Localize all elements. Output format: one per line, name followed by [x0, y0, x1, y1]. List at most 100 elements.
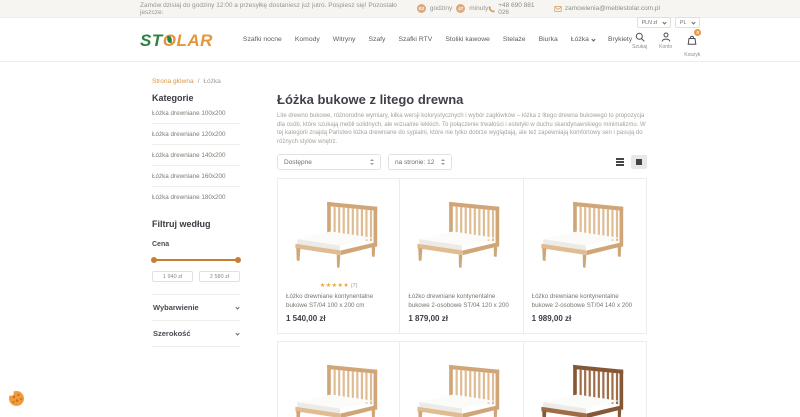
slider-handle-max[interactable]	[235, 257, 241, 263]
nav-item-szafki-rtv[interactable]: Szafki RTV	[398, 36, 432, 43]
price-range-slider[interactable]	[152, 257, 240, 263]
nav-item-biurka[interactable]: Biurka	[539, 36, 558, 43]
sort-select[interactable]: Dostępne	[277, 154, 381, 170]
currency-selector[interactable]: PLN zł	[637, 17, 671, 28]
bed-product-image	[411, 351, 511, 417]
nav-item-brykiety[interactable]: Brykiety	[608, 36, 632, 43]
price-label: Cena	[152, 241, 240, 248]
page-title: Łóżka bukowe z litego drewna	[277, 93, 647, 107]
product-card[interactable]	[399, 341, 523, 417]
account-button[interactable]: Konto	[659, 32, 672, 58]
star-icons: ★★★★★	[320, 283, 349, 289]
nav-item-stela-e[interactable]: Stelaże	[503, 36, 526, 43]
topbar-email[interactable]: zamowienia@meblestolar.com.pl	[554, 5, 660, 13]
sidebar: Kategorie Łóżka drewniane 100x200Łóżka d…	[152, 93, 240, 417]
topbar-phone[interactable]: +48 690 881 026	[488, 2, 539, 16]
sort-arrows-icon	[441, 159, 445, 165]
nav-item-stoliki-kawowe[interactable]: Stoliki kawowe	[445, 36, 490, 43]
bed-product-image	[289, 188, 389, 274]
product-price: 1 989,00 zł	[532, 314, 638, 323]
breadcrumb-separator: /	[198, 78, 200, 85]
per-page-select[interactable]: na stronie: 12	[388, 154, 452, 170]
grid-view-icon	[636, 159, 642, 165]
filter-section-wybarwienie[interactable]: Wybarwienie	[152, 294, 240, 320]
breadcrumb-current: Łóżka	[203, 78, 220, 85]
bed-product-image	[411, 188, 511, 274]
topbar-promo-text: Zamów dzisiaj do godziny 12:00 a przesył…	[140, 2, 409, 16]
countdown-hours-value: 03	[417, 4, 426, 13]
product-price: 1 540,00 zł	[286, 314, 391, 323]
product-rating: ★★★★★ (7)	[286, 282, 391, 291]
product-image	[400, 179, 522, 282]
page-description: Lite drewno bukowe, różnorodne wymiary, …	[277, 112, 647, 146]
filter-section-szeroko-[interactable]: Szerokość	[152, 320, 240, 346]
product-image	[400, 342, 522, 417]
main-nav: Szafki nocne Komody Witryny Szafy Szafki RTV…	[243, 36, 632, 43]
bed-product-image	[535, 351, 635, 417]
person-icon	[661, 32, 671, 42]
sidebar-category-link[interactable]: Łóżka drewniane 140x200	[152, 145, 240, 166]
nav-item--ka[interactable]: Łóżka	[571, 36, 595, 43]
countdown-hours-label: godziny	[430, 5, 452, 12]
review-count: (7)	[349, 283, 357, 289]
countdown-minutes-value: 47	[456, 4, 465, 13]
header: STOLAR Szafki nocneKomodyWitrynySzafySza…	[0, 18, 800, 62]
bed-product-image	[535, 188, 635, 274]
main-content: Łóżka bukowe z litego drewna Lite drewno…	[277, 93, 647, 417]
product-card[interactable]: Łóżko drewniane kontynentalne bukowe 2-o…	[523, 178, 647, 334]
categories-title: Kategorie	[152, 93, 240, 103]
bed-product-image	[289, 351, 389, 417]
price-max-input[interactable]: 2 580 zł	[199, 271, 240, 282]
countdown-minutes-label: minuty	[469, 5, 488, 12]
nav-item-komody[interactable]: Komody	[295, 36, 320, 43]
product-image	[524, 342, 646, 417]
sidebar-category-link[interactable]: Łóżka drewniane 180x200	[152, 187, 240, 207]
product-rating	[408, 282, 514, 291]
price-min-input[interactable]: 1 940 zł	[152, 271, 193, 282]
sidebar-category-link[interactable]: Łóżka drewniane 120x200	[152, 124, 240, 145]
product-title[interactable]: Łóżko drewniane kontynentalne bukowe ST/…	[286, 293, 391, 310]
language-selector[interactable]: PL	[675, 17, 700, 28]
cookie-consent-icon[interactable]	[8, 390, 25, 407]
product-grid: ★★★★★ (7) Łóżko drewniane kontynentalne b…	[277, 178, 647, 417]
product-image	[278, 179, 399, 282]
nav-item-witryny[interactable]: Witryny	[333, 36, 356, 43]
product-price: 1 879,00 zł	[408, 314, 514, 323]
search-icon	[635, 32, 645, 42]
chevron-down-icon	[235, 305, 239, 309]
chevron-down-icon	[662, 20, 666, 24]
slider-track	[152, 259, 240, 261]
product-card[interactable]	[523, 341, 647, 417]
slider-handle-min[interactable]	[151, 257, 157, 263]
nav-item-szafy[interactable]: Szafy	[368, 36, 385, 43]
sidebar-category-link[interactable]: Łóżka drewniane 160x200	[152, 166, 240, 187]
product-title[interactable]: Łóżko drewniane kontynentalne bukowe 2-o…	[408, 293, 514, 310]
cart-button[interactable]: 0 Koszyk	[684, 32, 700, 58]
grid-view-button[interactable]	[631, 155, 647, 169]
chevron-down-icon	[591, 37, 595, 41]
product-card[interactable]: Łóżko drewniane kontynentalne bukowe 2-o…	[399, 178, 523, 334]
toolbar: Dostępne na stronie: 12	[277, 154, 647, 170]
phone-icon	[488, 5, 495, 13]
category-list: Łóżka drewniane 100x200Łóżka drewniane 1…	[152, 103, 240, 207]
list-view-button[interactable]	[612, 155, 628, 169]
breadcrumb: Strona główna / Łóżka	[152, 78, 660, 85]
logo[interactable]: STOLAR	[140, 31, 213, 51]
sidebar-category-link[interactable]: Łóżka drewniane 100x200	[152, 103, 240, 124]
nav-item-szafki-nocne[interactable]: Szafki nocne	[243, 36, 282, 43]
search-button[interactable]: Szukaj	[632, 32, 647, 58]
filter-title: Filtruj według	[152, 219, 240, 229]
filter-list: WybarwienieSzerokość	[152, 294, 240, 347]
chevron-down-icon	[692, 20, 696, 24]
sort-arrows-icon	[370, 159, 374, 165]
product-image	[524, 179, 646, 282]
basket-icon	[687, 35, 697, 45]
list-view-icon	[616, 158, 624, 160]
breadcrumb-home-link[interactable]: Strona główna	[152, 78, 194, 85]
product-card[interactable]: ★★★★★ (7) Łóżko drewniane kontynentalne b…	[277, 178, 400, 334]
product-title[interactable]: Łóżko drewniane kontynentalne bukowe 2-o…	[532, 293, 638, 310]
topbar: Zamów dzisiaj do godziny 12:00 a przesył…	[0, 0, 800, 18]
product-image	[278, 342, 399, 417]
product-card[interactable]	[277, 341, 400, 417]
cart-count-badge: 0	[694, 29, 701, 36]
